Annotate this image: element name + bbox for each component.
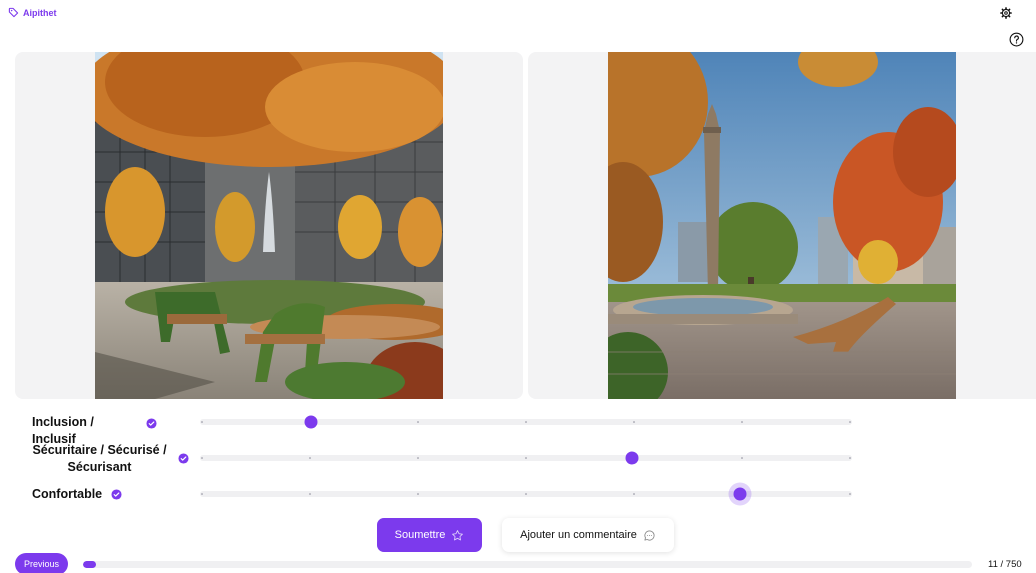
slider-tick	[525, 457, 527, 459]
app-name: Aipithet	[23, 7, 57, 18]
slider-tick	[633, 493, 635, 495]
slider-tick	[201, 457, 203, 459]
add-comment-label: Ajouter un commentaire	[520, 529, 637, 541]
slider-tick	[849, 421, 851, 423]
slider-tick	[849, 493, 851, 495]
star-icon	[452, 529, 464, 540]
check-circle-icon	[178, 453, 189, 464]
left-image	[95, 52, 443, 399]
slider-tick	[309, 493, 311, 495]
tag-icon	[8, 7, 19, 18]
chat-bubble-icon	[644, 529, 655, 541]
slider-tick	[741, 457, 743, 459]
slider-tick	[633, 421, 635, 423]
gear-icon[interactable]	[1000, 7, 1012, 19]
right-image	[608, 52, 956, 399]
autumn-plaza-image	[95, 52, 443, 399]
slider-thumb[interactable]	[625, 451, 639, 465]
slider-tick	[417, 421, 419, 423]
submit-label: Soumettre	[394, 529, 446, 541]
question-circle-icon[interactable]	[1009, 32, 1024, 47]
submit-button[interactable]: Soumettre	[377, 518, 482, 552]
slider-thumb[interactable]	[733, 487, 747, 501]
add-comment-button[interactable]: Ajouter un commentaire	[502, 518, 674, 552]
rating-slider-securitaire[interactable]	[200, 451, 852, 465]
rating-slider-confortable[interactable]	[200, 487, 852, 501]
progress-fill	[83, 561, 97, 568]
rating-label-securitaire: Sécuritaire / Sécurisé / Sécurisant	[32, 443, 167, 474]
progress-counter: 11 / 750	[988, 559, 1022, 570]
slider-tick	[849, 457, 851, 459]
slider-tick	[525, 493, 527, 495]
rating-slider-inclusion[interactable]	[200, 415, 852, 429]
slider-tick	[201, 421, 203, 423]
check-circle-icon	[146, 418, 157, 429]
image-option-right[interactable]	[528, 52, 1036, 399]
slider-tick	[741, 421, 743, 423]
slider-tick	[417, 457, 419, 459]
progress-bar	[83, 561, 972, 568]
app-root: Aipithet Inclusion / Inclusif Sécuritair…	[0, 0, 1036, 573]
slider-tick	[309, 457, 311, 459]
image-option-left[interactable]	[15, 52, 523, 399]
slider-tick	[201, 493, 203, 495]
slider-thumb[interactable]	[304, 415, 318, 429]
check-circle-icon	[111, 489, 122, 500]
brand[interactable]: Aipithet	[8, 7, 57, 18]
slider-tick	[417, 493, 419, 495]
previous-button[interactable]: Previous	[15, 553, 68, 573]
slider-tick	[525, 421, 527, 423]
rating-label-confortable: Confortable	[32, 487, 103, 501]
tower-plaza-image	[608, 52, 956, 399]
